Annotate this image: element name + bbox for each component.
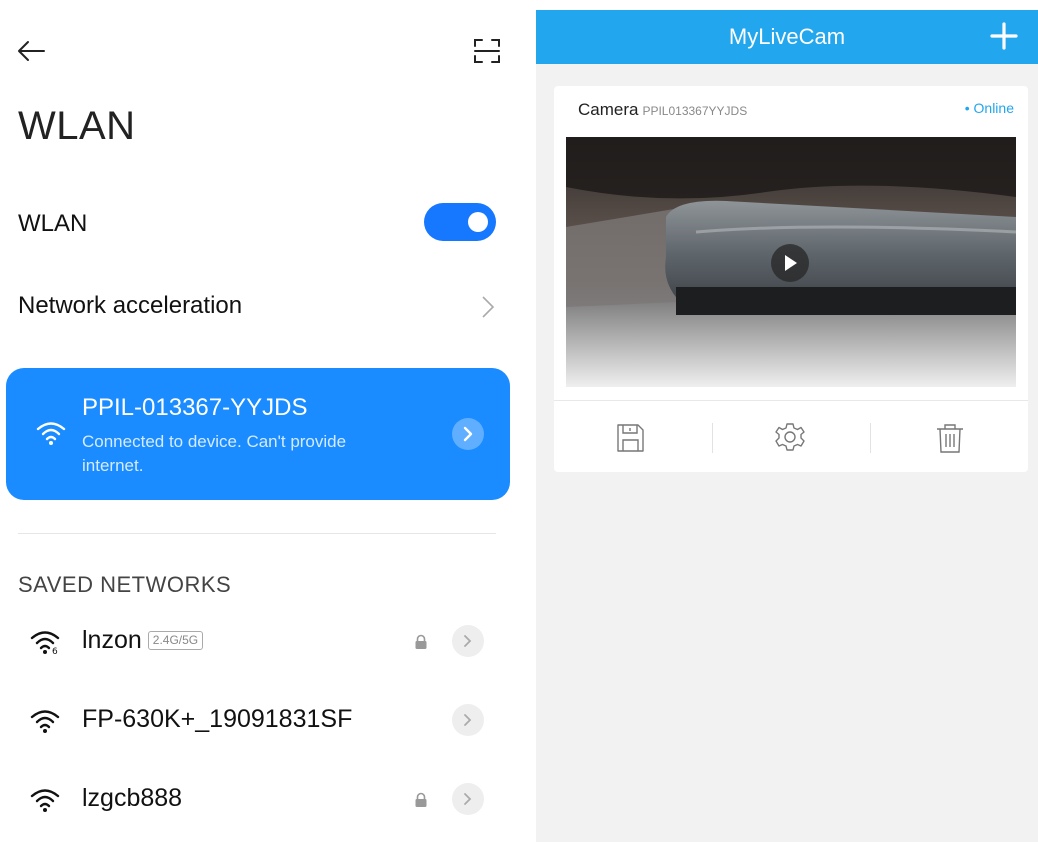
chevron-right-icon — [464, 714, 472, 726]
band-badge: 2.4G/5G — [147, 631, 204, 650]
delete-icon[interactable] — [933, 421, 967, 455]
camera-preview[interactable] — [566, 137, 1016, 387]
app-title: MyLiveCam — [728, 24, 846, 49]
lock-icon — [415, 792, 427, 807]
connected-ssid: PPIL-013367-YYJDS — [82, 394, 308, 421]
wifi-icon — [36, 422, 66, 445]
chevron-right-icon — [464, 793, 472, 805]
network-details-button[interactable] — [452, 704, 484, 736]
page-title: WLAN — [18, 104, 136, 148]
app-header: MyLiveCam — [536, 10, 1038, 64]
network-name-text: lnzon — [82, 626, 142, 654]
network-acceleration-item[interactable]: Network acceleration — [18, 292, 242, 320]
mylivecam-pane: MyLiveCam Camera PPIL013367YYJDS • Online — [536, 10, 1038, 842]
saved-network-name: lnzon 2.4G/5G — [82, 626, 204, 655]
network-details-button[interactable] — [452, 418, 484, 450]
wifi-icon — [30, 789, 60, 812]
action-separator — [870, 423, 871, 453]
saved-network-name: FP-630K+_19091831SF — [82, 705, 353, 733]
add-camera-icon[interactable] — [988, 20, 1020, 52]
camera-card[interactable]: Camera PPIL013367YYJDS • Online — [554, 86, 1028, 472]
play-icon — [785, 255, 797, 271]
camera-id: PPIL013367YYJDS — [642, 104, 748, 118]
toggle-knob — [468, 212, 488, 232]
action-separator — [712, 423, 713, 453]
camera-actions — [554, 401, 1028, 471]
divider — [18, 533, 496, 534]
wlan-toggle-label: WLAN — [18, 210, 88, 237]
camera-title: Camera PPIL013367YYJDS — [578, 100, 747, 120]
saved-network-item[interactable]: 6 lnzon 2.4G/5G — [0, 616, 520, 666]
wlan-settings-pane: WLAN WLAN Network acceleration PPIL-0133… — [0, 0, 520, 842]
saved-network-name: lzgcb888 — [82, 784, 183, 812]
network-details-button[interactable] — [452, 783, 484, 815]
saved-network-item[interactable]: FP-630K+_19091831SF — [0, 695, 520, 745]
chevron-right-icon — [464, 635, 472, 647]
play-button[interactable] — [771, 244, 809, 282]
chevron-right-icon — [463, 426, 473, 442]
connected-network-card[interactable]: PPIL-013367-YYJDS Connected to device. C… — [6, 368, 510, 500]
svg-text:6: 6 — [52, 647, 58, 655]
network-details-button[interactable] — [452, 625, 484, 657]
camera-status: • Online — [964, 100, 1014, 116]
chevron-right-icon — [482, 296, 495, 318]
save-icon[interactable] — [613, 421, 647, 455]
saved-networks-title: SAVED NETWORKS — [18, 572, 232, 597]
saved-network-item[interactable]: lzgcb888 — [0, 774, 520, 824]
camera-name: Camera — [578, 100, 639, 119]
lock-icon — [415, 634, 427, 649]
scan-icon[interactable] — [472, 36, 502, 66]
wlan-toggle[interactable] — [424, 203, 496, 241]
settings-icon[interactable] — [773, 421, 807, 455]
back-arrow-icon[interactable] — [14, 36, 48, 66]
wifi-6-icon: 6 — [30, 631, 60, 655]
connected-status: Connected to device. Can't provide inter… — [82, 432, 347, 475]
wifi-icon — [30, 710, 60, 733]
